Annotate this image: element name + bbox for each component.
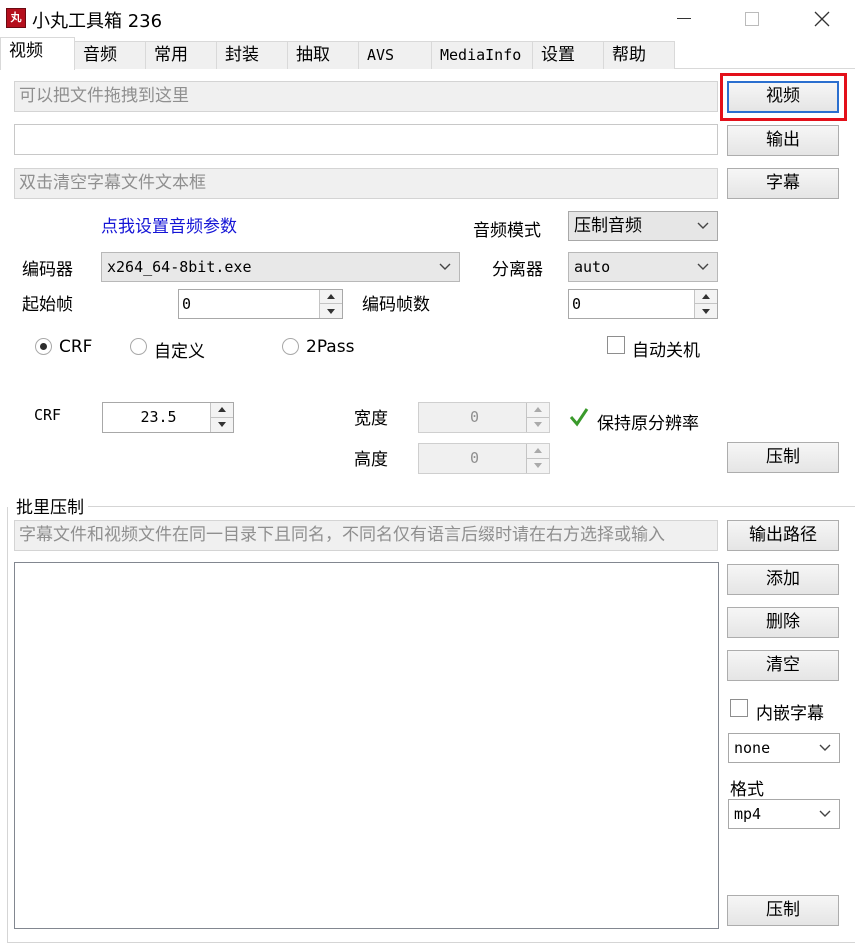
embed-subtitle-checkbox[interactable] <box>730 699 748 717</box>
arrow-down-icon[interactable] <box>211 418 233 433</box>
tab-common[interactable]: 常用 <box>145 41 217 69</box>
chevron-down-icon <box>697 253 709 281</box>
arrow-down-icon[interactable] <box>320 304 342 318</box>
audio-mode-value: 压制音频 <box>574 216 642 236</box>
arrow-up-icon <box>527 403 549 418</box>
splitter-label: 分离器 <box>492 260 543 280</box>
output-file-input[interactable] <box>14 124 718 155</box>
delete-button[interactable]: 删除 <box>727 607 839 638</box>
start-frame-stepper[interactable]: 0 <box>178 289 343 319</box>
height-value: 0 <box>469 449 480 467</box>
batch-group-title: 批里压制 <box>12 493 88 518</box>
batch-hint-input[interactable]: 字幕文件和视频文件在同一目录下且同名，不同名仅有语言后缀时请在右方选择或输入 <box>14 520 718 551</box>
width-spinner <box>526 403 549 432</box>
tab-audio[interactable]: 音频 <box>74 41 146 69</box>
chevron-down-icon <box>819 734 831 762</box>
video-file-input[interactable]: 可以把文件拖拽到这里 <box>14 81 718 112</box>
video-button[interactable]: 视频 <box>727 81 839 113</box>
crf-spinner[interactable] <box>210 403 233 432</box>
auto-shutdown-label[interactable]: 自动关机 <box>632 336 700 361</box>
2pass-radio-label[interactable]: 2Pass <box>306 337 354 357</box>
tab-settings[interactable]: 设置 <box>532 41 604 69</box>
app-icon: 丸 <box>6 8 26 28</box>
chevron-down-icon <box>819 800 831 828</box>
start-frame-label: 起始帧 <box>22 295 73 315</box>
audio-settings-link[interactable]: 点我设置音频参数 <box>101 212 237 237</box>
minimize-button[interactable] <box>654 0 714 37</box>
crf-radio[interactable] <box>35 338 52 355</box>
close-button[interactable] <box>792 0 852 37</box>
encode-frames-stepper[interactable]: 0 <box>568 289 718 319</box>
custom-radio[interactable] <box>130 338 147 355</box>
encoder-select[interactable]: x264_64-8bit.exe <box>101 252 460 282</box>
audio-mode-label: 音频模式 <box>473 221 541 241</box>
arrow-down-icon <box>527 418 549 433</box>
encoder-value: x264_64-8bit.exe <box>107 258 252 276</box>
tab-video[interactable]: 视频 <box>0 37 75 70</box>
custom-radio-label[interactable]: 自定义 <box>154 337 205 362</box>
batch-file-list[interactable] <box>14 562 719 929</box>
keep-resolution-checkbox[interactable] <box>569 407 589 427</box>
height-stepper: 0 <box>418 443 550 474</box>
subtitle-lang-value: none <box>734 739 771 757</box>
encode-frames-value: 0 <box>572 295 582 313</box>
encode-button[interactable]: 压制 <box>727 442 839 473</box>
chevron-down-icon <box>439 253 451 281</box>
splitter-select[interactable]: auto <box>568 252 718 282</box>
arrow-up-icon[interactable] <box>695 290 717 304</box>
maximize-button[interactable] <box>722 0 782 37</box>
height-label: 高度 <box>354 450 388 470</box>
clear-button[interactable]: 清空 <box>727 650 839 681</box>
arrow-up-icon[interactable] <box>320 290 342 304</box>
format-select[interactable]: mp4 <box>728 799 840 829</box>
subtitle-lang-select[interactable]: none <box>728 733 840 763</box>
output-path-button[interactable]: 输出路径 <box>727 520 839 551</box>
subtitle-button[interactable]: 字幕 <box>727 168 839 199</box>
tab-mux[interactable]: 封装 <box>216 41 288 69</box>
tab-mediainfo[interactable]: MediaInfo <box>431 41 533 69</box>
format-label: 格式 <box>730 780 764 800</box>
height-spinner <box>526 444 549 473</box>
subtitle-file-input[interactable]: 双击清空字幕文件文本框 <box>14 168 718 199</box>
audio-mode-select[interactable]: 压制音频 <box>568 211 718 241</box>
arrow-down-icon[interactable] <box>695 304 717 318</box>
tab-help[interactable]: 帮助 <box>603 41 675 69</box>
batch-encode-button[interactable]: 压制 <box>727 895 839 926</box>
encode-frames-label: 编码帧数 <box>362 295 430 315</box>
keep-resolution-label[interactable]: 保持原分辨率 <box>597 409 699 434</box>
width-stepper: 0 <box>418 402 550 433</box>
start-frame-value: 0 <box>182 295 192 313</box>
width-value: 0 <box>469 408 480 426</box>
arrow-up-icon <box>527 444 549 459</box>
crf-stepper[interactable]: 23.5 <box>102 402 234 433</box>
minimize-icon <box>677 17 691 19</box>
crf-label: CRF <box>34 406 62 424</box>
encoder-label: 编码器 <box>22 260 73 280</box>
2pass-radio[interactable] <box>282 338 299 355</box>
splitter-value: auto <box>574 258 611 276</box>
encode-frames-spinner[interactable] <box>694 290 717 318</box>
close-icon <box>814 11 830 26</box>
format-value: mp4 <box>734 805 762 823</box>
auto-shutdown-checkbox[interactable] <box>607 336 625 354</box>
tab-avs[interactable]: AVS <box>358 41 432 69</box>
crf-value: 23.5 <box>140 408 177 426</box>
add-button[interactable]: 添加 <box>727 564 839 595</box>
arrow-down-icon <box>527 459 549 474</box>
arrow-up-icon[interactable] <box>211 403 233 418</box>
start-frame-spinner[interactable] <box>319 290 342 318</box>
crf-radio-label[interactable]: CRF <box>59 337 92 357</box>
output-button[interactable]: 输出 <box>727 125 839 156</box>
checkmark-icon <box>569 408 589 427</box>
maximize-icon <box>745 11 759 26</box>
embed-subtitle-label[interactable]: 内嵌字幕 <box>756 699 824 724</box>
window-title: 小丸工具箱 236 <box>32 11 163 32</box>
chevron-down-icon <box>697 212 709 240</box>
width-label: 宽度 <box>354 409 388 429</box>
tab-extract[interactable]: 抽取 <box>287 41 359 69</box>
